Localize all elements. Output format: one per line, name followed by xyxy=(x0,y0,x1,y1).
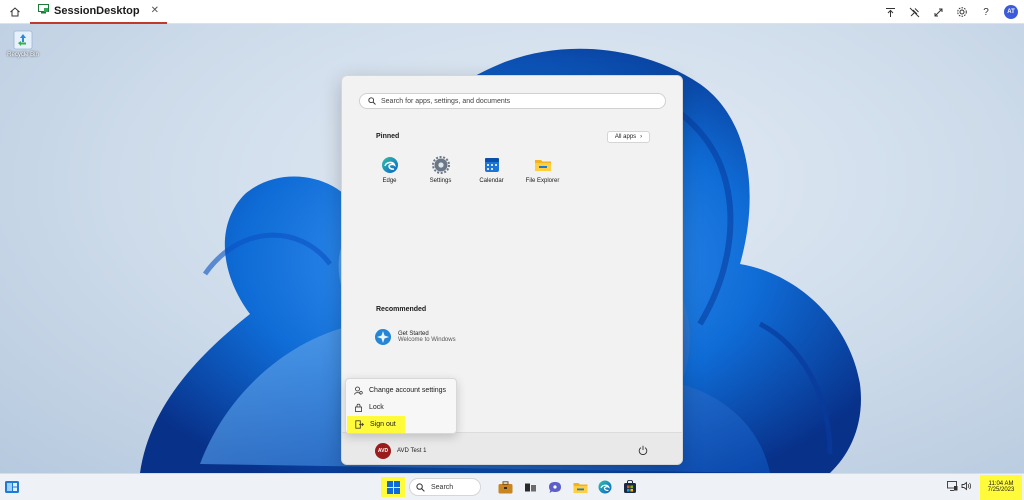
pinned-app-edge[interactable]: Edge xyxy=(364,156,415,184)
search-icon xyxy=(416,482,425,492)
recommended-item[interactable]: Get Started Welcome to Windows xyxy=(374,328,456,346)
power-icon[interactable] xyxy=(638,445,648,458)
expand-icon[interactable] xyxy=(926,0,950,24)
menu-item-change-account-settings[interactable]: Change account settings xyxy=(346,382,446,399)
start-footer: AVD AVD Test 1 xyxy=(342,432,682,464)
menu-item-sign-out[interactable]: Sign out xyxy=(347,416,405,433)
recycle-bin-icon xyxy=(13,30,33,50)
pinned-app-settings[interactable]: Settings xyxy=(415,156,466,184)
windows-logo-icon xyxy=(386,480,400,494)
system-tray: 11:04 AM 7/25/2023 xyxy=(947,474,1022,500)
menu-item-label: Change account settings xyxy=(369,387,447,394)
app-label: Calendar xyxy=(479,178,504,184)
sign-out-icon xyxy=(355,420,364,429)
pinned-apps: Edge Settings Calendar File Explorer xyxy=(364,156,568,184)
recommended-title: Recommended xyxy=(376,306,427,313)
app-label: Settings xyxy=(429,178,452,184)
close-icon[interactable]: ✕ xyxy=(151,5,159,16)
search-placeholder: Search for apps, settings, and documents xyxy=(381,97,511,105)
taskbar-center: Search xyxy=(381,477,640,497)
tab-session-desktop[interactable]: SessionDesktop ✕ xyxy=(30,0,167,24)
help-icon[interactable]: ? xyxy=(974,0,998,24)
clock-date: 7/25/2023 xyxy=(987,487,1015,493)
user-name: AVD Test 1 xyxy=(397,448,427,454)
edge-icon[interactable] xyxy=(595,477,615,497)
start-button[interactable] xyxy=(381,477,405,497)
recycle-bin[interactable]: Recycle Bin xyxy=(4,30,42,58)
network-icon[interactable] xyxy=(947,480,958,494)
home-icon[interactable] xyxy=(4,1,26,23)
taskbar: Search 11:04 AM 7/25/2023 xyxy=(0,473,1024,500)
menu-item-label: Sign out xyxy=(370,421,396,428)
pin-top-icon[interactable] xyxy=(878,0,902,24)
user-account-button[interactable]: AVD AVD Test 1 xyxy=(375,443,426,459)
taskbar-search-label: Search xyxy=(431,483,454,491)
recycle-bin-label: Recycle Bin xyxy=(7,52,39,58)
menu-item-lock[interactable]: Lock xyxy=(346,399,384,416)
file-explorer-icon[interactable] xyxy=(570,477,590,497)
settings-icon xyxy=(431,156,450,174)
chat-icon[interactable] xyxy=(545,477,565,497)
avatar[interactable]: AT xyxy=(1004,5,1018,19)
gear-icon[interactable] xyxy=(950,0,974,24)
browser-tab-bar: SessionDesktop ✕ ? AT xyxy=(0,0,1024,24)
menu-item-label: Lock xyxy=(369,404,384,411)
widgets-icon[interactable] xyxy=(4,479,20,498)
all-apps-button[interactable]: All apps › xyxy=(607,131,650,143)
task-view-icon[interactable] xyxy=(520,477,540,497)
avatar: AVD xyxy=(375,443,391,459)
unpin-icon[interactable] xyxy=(902,0,926,24)
app-label: File Explorer xyxy=(525,178,560,184)
pinned-app-calendar[interactable]: Calendar xyxy=(466,156,517,184)
lock-icon xyxy=(355,403,362,412)
taskbar-search[interactable]: Search xyxy=(409,478,481,496)
all-apps-label: All apps xyxy=(614,134,637,140)
tab-label: SessionDesktop xyxy=(54,4,140,17)
volume-icon[interactable] xyxy=(961,481,972,494)
calendar-icon xyxy=(484,158,499,172)
file-explorer-icon xyxy=(534,160,551,171)
pinned-title: Pinned xyxy=(376,133,400,140)
chevron-right-icon: › xyxy=(640,134,643,140)
toolbar: ? AT xyxy=(878,0,1024,24)
recommended-desc: Welcome to Windows xyxy=(398,337,456,343)
account-settings-icon xyxy=(354,386,363,395)
briefcase-icon[interactable] xyxy=(495,477,515,497)
pinned-app-file-explorer[interactable]: File Explorer xyxy=(517,156,568,184)
app-label: Edge xyxy=(382,178,397,184)
get-started-icon xyxy=(375,329,391,345)
search-icon xyxy=(368,97,376,105)
taskbar-clock[interactable]: 11:04 AM 7/25/2023 xyxy=(980,474,1022,500)
store-icon[interactable] xyxy=(620,477,640,497)
account-flyout: Change account settings Lock Sign out xyxy=(345,378,457,434)
desktop-tab-icon xyxy=(38,4,49,17)
desktop: Recycle Bin Search for apps, settings, a… xyxy=(0,24,1024,473)
start-search-input[interactable]: Search for apps, settings, and documents xyxy=(359,93,666,109)
edge-icon xyxy=(381,157,398,173)
